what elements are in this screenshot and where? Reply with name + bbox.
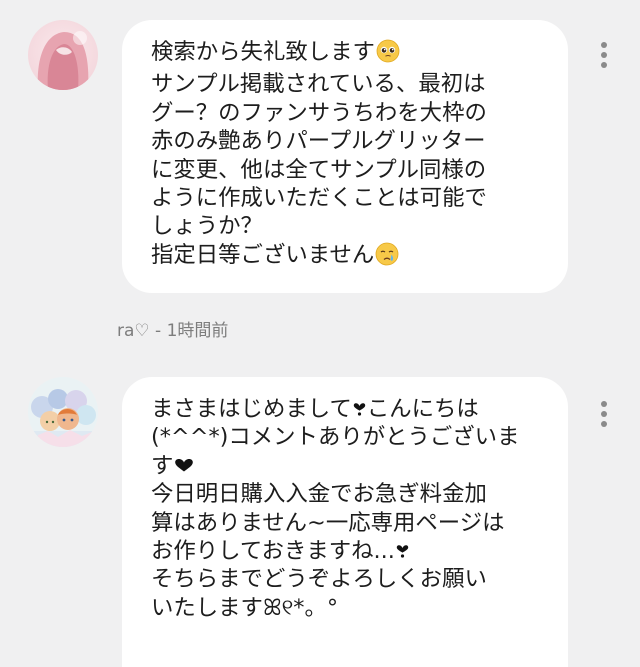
comment-line: 指定日等ございません [151, 241, 546, 273]
comment-line: ように作成いただくことは可能で [151, 185, 487, 212]
comment-line: (*^^*)コメントありがとうございま [151, 424, 520, 451]
comment-line: お作りしておきますね... [151, 537, 546, 565]
crying-face-icon [375, 242, 399, 273]
meta-separator: - [149, 321, 167, 341]
pleading-face-icon [376, 39, 400, 70]
more-vertical-icon[interactable] [596, 401, 612, 431]
comment-line: に変更、他は全てサンプル同様の [151, 156, 487, 183]
timestamp: 1時間前 [166, 321, 229, 341]
avatar[interactable] [28, 20, 98, 90]
comment-line: いたしますꕤ୧*。° [151, 594, 339, 621]
comment-line: 赤のみ艶ありパープルグリッター [151, 128, 486, 155]
comment-bubble: まさまはじめまして こんにちは (*^^*)コメントありがとうございま す 今日明… [122, 377, 568, 667]
author-name[interactable]: ra♡ [117, 321, 150, 341]
heart-icon [174, 452, 194, 480]
comment-line: 検索から失礼致します [151, 38, 546, 70]
comment-bubble: 検索から失礼致します サンプル掲載されている、最初は グー？のファンサうちわを大… [122, 20, 568, 293]
comment-line: そちらまでどうぞよろしくお願い [151, 566, 487, 593]
comment-line: す [151, 452, 546, 480]
comment-line: グー？のファンサうちわを大枠の [151, 99, 487, 126]
comment-line: しょうか？ [151, 213, 263, 240]
comment-line: 今日明日購入入金でお急ぎ料金加 [151, 481, 487, 508]
heart-icon [396, 537, 409, 565]
comment-line: サンプル掲載されている、最初は [151, 71, 486, 98]
comment-line: 算はありません~一応専用ページは [151, 509, 505, 536]
more-vertical-icon[interactable] [596, 42, 612, 72]
heart-icon [353, 395, 366, 423]
comment-meta: ra♡ - 1時間前 [117, 316, 228, 341]
avatar[interactable] [28, 377, 98, 447]
comment-line: まさまはじめまして こんにちは [151, 395, 479, 423]
